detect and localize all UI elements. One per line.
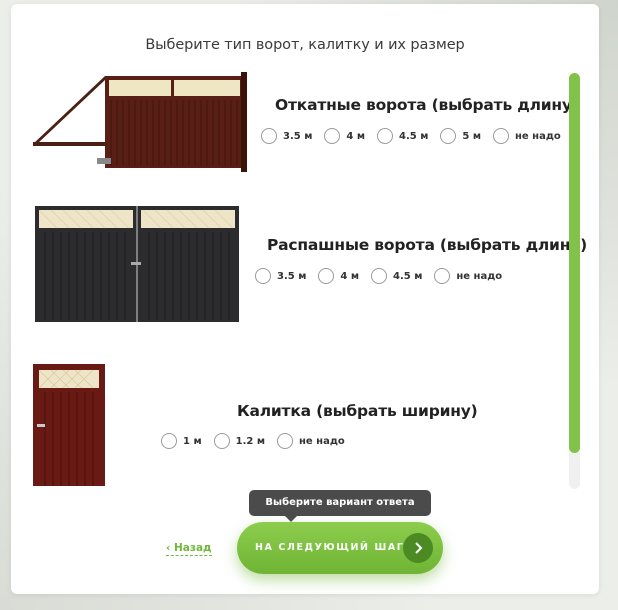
size-radio-group: 3.5 м 4 м 4.5 м 5 м не надо — [261, 128, 573, 144]
swing-gate-image — [35, 206, 239, 322]
wicket-image — [33, 364, 105, 486]
radio-size[interactable]: 1.2 м — [213, 433, 265, 449]
radio-label: 1 м — [183, 435, 202, 447]
radio-size[interactable]: 4 м — [324, 128, 365, 144]
scrollbar[interactable] — [569, 73, 580, 489]
radio-label: 5 м — [462, 130, 481, 142]
question-title: Выберите тип ворот, калитку и их размер — [145, 37, 465, 53]
radio-circle — [318, 268, 335, 284]
radio-size[interactable]: 3.5 м — [261, 128, 312, 144]
radio-label: 4 м — [346, 130, 365, 142]
arrow-right-icon — [403, 533, 433, 563]
size-radio-group: 3.5 м 4 м 4.5 м не надо — [255, 268, 514, 284]
radio-label: не надо — [515, 130, 561, 142]
radio-size[interactable]: не надо — [434, 268, 502, 284]
scrollbar-thumb[interactable] — [569, 73, 580, 453]
radio-label: 4.5 м — [393, 270, 423, 282]
radio-circle — [377, 128, 393, 144]
radio-circle — [255, 268, 271, 284]
radio-size[interactable]: 4 м — [318, 268, 359, 284]
radio-size[interactable]: 5 м — [440, 128, 481, 144]
radio-label: 1.2 м — [235, 435, 265, 447]
quiz-card: Выберите тип ворот, калитку и их размер — [11, 4, 599, 594]
radio-circle — [161, 433, 177, 449]
radio-circle — [371, 268, 387, 284]
next-step-label: НА СЛЕДУЮЩИЙ ШАГ — [255, 542, 405, 553]
radio-circle — [213, 433, 230, 449]
radio-size[interactable]: 4.5 м — [371, 268, 422, 284]
option-title: Откатные ворота (выбрать длину) — [275, 96, 579, 114]
radio-label: не надо — [456, 270, 503, 282]
radio-label: 4.5 м — [399, 130, 429, 142]
radio-label: не надо — [299, 435, 345, 447]
radio-size[interactable]: не надо — [277, 433, 345, 449]
option-title: Распашные ворота (выбрать длину) — [267, 236, 588, 254]
radio-label: 3.5 м — [277, 270, 307, 282]
radio-size[interactable]: не надо — [493, 128, 561, 144]
radio-label: 4 м — [340, 270, 359, 282]
chevron-left-icon: ‹ — [166, 542, 174, 554]
radio-circle — [324, 128, 341, 144]
next-step-button[interactable]: НА СЛЕДУЮЩИЙ ШАГ — [237, 522, 443, 574]
radio-size[interactable]: 3.5 м — [255, 268, 306, 284]
radio-circle — [440, 128, 457, 144]
back-link[interactable]: ‹ Назад — [166, 542, 212, 556]
radio-circle — [277, 433, 293, 449]
radio-size[interactable]: 1 м — [161, 433, 202, 449]
radio-circle — [493, 128, 509, 144]
radio-size[interactable]: 4.5 м — [377, 128, 428, 144]
radio-label: 3.5 м — [283, 130, 313, 142]
sliding-gate-image — [33, 72, 247, 172]
back-label: Назад — [173, 542, 212, 554]
radio-circle — [261, 128, 277, 144]
size-radio-group: 1 м 1.2 м не надо — [161, 433, 357, 449]
validation-tooltip: Выберите вариант ответа — [249, 490, 431, 522]
radio-circle — [434, 268, 451, 284]
option-title: Калитка (выбрать ширину) — [237, 402, 478, 420]
